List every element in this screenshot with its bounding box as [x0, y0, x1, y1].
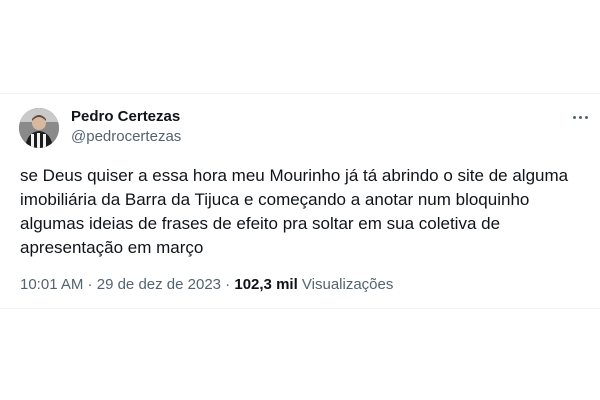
views-label: Visualizações — [301, 276, 394, 293]
views-count: 102,3 mil — [234, 276, 298, 293]
meta-separator: · — [83, 276, 97, 293]
tweet-meta: 10:01 AM · 29 de dez de 2023 · 102,3 mil… — [20, 275, 393, 295]
author-handle[interactable]: @pedrocertezas — [71, 127, 181, 147]
meta-separator: · — [221, 276, 235, 293]
avatar[interactable] — [19, 108, 59, 148]
tweet-time[interactable]: 10:01 AM — [20, 276, 83, 293]
ellipsis-icon[interactable] — [566, 107, 594, 127]
author-name[interactable]: Pedro Certezas — [71, 107, 180, 127]
tweet-date[interactable]: 29 de dez de 2023 — [97, 276, 221, 293]
tweet-text: se Deus quiser a essa hora meu Mourinho … — [20, 166, 569, 257]
